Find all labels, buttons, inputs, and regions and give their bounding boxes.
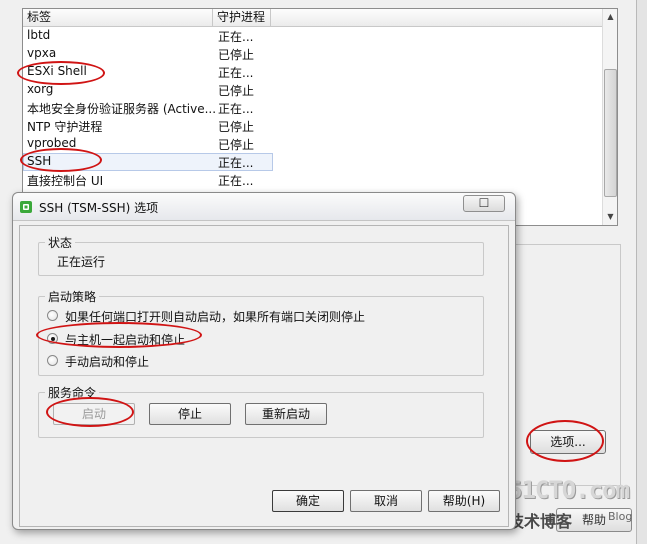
vsphere-logo-icon [20,201,32,213]
service-row-lbtd[interactable]: lbtd 正在... [23,27,603,45]
stop-button[interactable]: 停止 [149,403,231,425]
dialog-titlebar[interactable]: SSH (TSM-SSH) 选项 ☐ [13,193,515,221]
help-button[interactable]: 帮助(H) [428,490,500,512]
service-label: ESXi Shell [27,64,87,78]
restart-button[interactable]: 重新启动 [245,403,327,425]
service-row-ntp[interactable]: NTP 守护进程 已停止 [23,117,603,135]
service-label: 本地安全身份验证服务器 (Active... [27,102,217,116]
status-value: 正在运行 [57,255,106,269]
column-header-daemon[interactable]: 守护进程 [213,9,271,27]
service-commands-title: 服务命令 [45,384,100,401]
radio-label: 手动启动和停止 [65,355,150,369]
service-commands-group: 服务命令 启动 停止 重新启动 [38,384,484,438]
radio-button-selected[interactable] [47,333,58,344]
status-group: 状态 正在运行 [38,234,484,276]
scroll-thumb[interactable] [604,69,617,197]
radio-button[interactable] [47,310,58,321]
ok-button[interactable]: 确定 [272,490,344,512]
radio-label: 如果任何端口打开则自动启动，如果所有端口关闭则停止 [65,310,366,324]
service-label: 直接控制台 UI [27,174,104,188]
service-row-vpxa[interactable]: vpxa 已停止 [23,45,603,63]
service-row-ssh[interactable]: SSH 正在... [23,153,603,171]
service-status: 正在... [218,102,254,116]
service-label: SSH [27,154,52,168]
service-label: xorg [27,82,54,96]
cancel-button[interactable]: 取消 [350,490,422,512]
radio-label: 与主机一起启动和停止 [65,333,186,347]
service-status: 正在... [218,156,254,170]
restore-icon[interactable]: ☐ [463,195,505,212]
status-group-title: 状态 [45,234,76,251]
service-row-dcui[interactable]: 直接控制台 UI 正在... [23,171,603,189]
background-help-button[interactable]: 帮助 [556,508,632,532]
service-status: 正在... [218,30,254,44]
ssh-options-dialog: SSH (TSM-SSH) 选项 ☐ 状态 正在运行 启动策略 如果任何端口打开… [12,192,516,530]
service-status: 已停止 [218,84,255,98]
scroll-down-arrow-icon[interactable]: ▼ [603,209,617,225]
dialog-body: 状态 正在运行 启动策略 如果任何端口打开则自动启动，如果所有端口关闭则停止 与… [19,225,509,527]
service-row-active-directory[interactable]: 本地安全身份验证服务器 (Active... 正在... [23,99,603,117]
column-header-label[interactable]: 标签 [23,9,213,27]
service-label: vprobed [27,136,77,150]
scroll-up-arrow-icon[interactable]: ▲ [603,9,617,25]
service-label: lbtd [27,28,51,42]
service-status: 已停止 [218,120,255,134]
service-label: NTP 守护进程 [27,120,103,134]
dialog-title: SSH (TSM-SSH) 选项 [39,201,159,215]
start-button[interactable]: 启动 [53,403,135,425]
service-status: 已停止 [218,48,255,62]
service-row-esxi-shell[interactable]: ESXi Shell 正在... [23,63,603,81]
service-label: vpxa [27,46,57,60]
startup-policy-group: 启动策略 如果任何端口打开则自动启动，如果所有端口关闭则停止 与主机一起启动和停… [38,288,484,376]
service-status: 正在... [218,174,254,188]
options-button[interactable]: 选项... [530,430,606,454]
service-status: 已停止 [218,138,255,152]
window-edge [636,0,647,544]
service-status: 正在... [218,66,254,80]
list-header: 标签 守护进程 [23,9,603,27]
startup-policy-title: 启动策略 [45,288,100,305]
service-row-xorg[interactable]: xorg 已停止 [23,81,603,99]
list-scrollbar[interactable]: ▲ ▼ [602,9,617,225]
radio-button[interactable] [47,355,58,366]
service-row-vprobed[interactable]: vprobed 已停止 [23,135,603,153]
